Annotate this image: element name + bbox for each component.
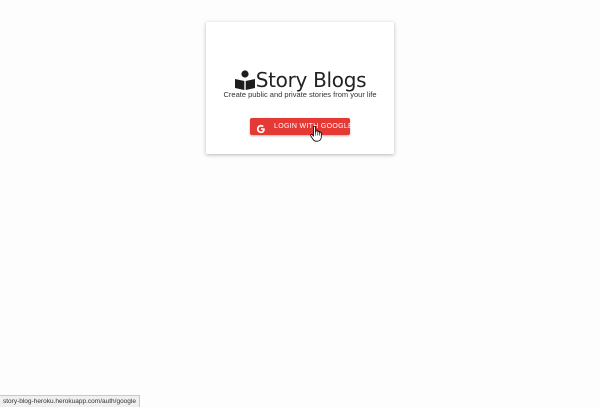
google-icon bbox=[256, 122, 266, 133]
login-with-google-button[interactable]: LOGIN WITH GOOGLE bbox=[250, 118, 353, 135]
brand: Story Blogs bbox=[206, 68, 394, 92]
status-bar-url: story-blog-heroku.herokuapp.com/auth/goo… bbox=[0, 395, 140, 407]
hand-pointer-icon bbox=[310, 125, 322, 142]
login-card: Story Blogs Create public and private st… bbox=[206, 22, 394, 154]
reading-person-icon bbox=[234, 69, 256, 91]
page: Story Blogs Create public and private st… bbox=[0, 0, 600, 407]
app-title: Story Blogs bbox=[255, 68, 367, 92]
tagline: Create public and private stories from y… bbox=[223, 90, 377, 99]
